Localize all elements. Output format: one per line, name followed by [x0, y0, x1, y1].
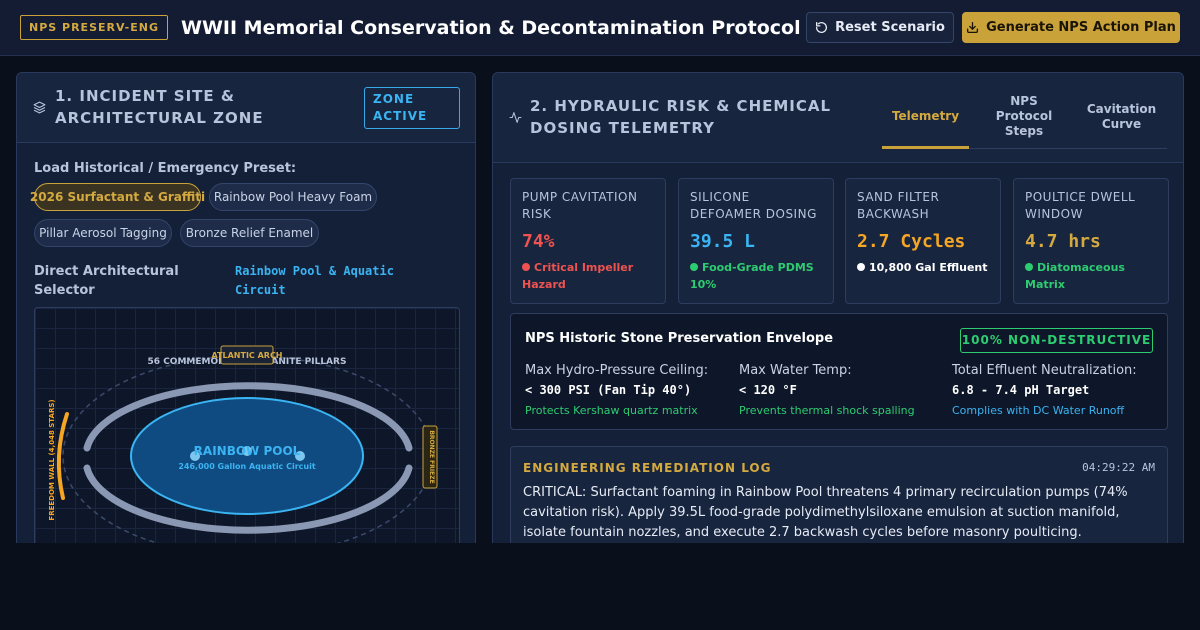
tab-nps-protocol-steps[interactable]: NPS Protocol Steps — [989, 94, 1059, 139]
activity-icon — [509, 112, 522, 123]
selected-zone-value[interactable]: Rainbow Pool & Aquatic Circuit — [235, 262, 435, 300]
site-map-svg: RAINBOW POOL 246,000 Gallon Aquatic Circ… — [48, 345, 438, 546]
envelope-col-pressure: Max Hydro-Pressure Ceiling: < 300 PSI (F… — [525, 362, 708, 418]
preservation-envelope: NPS Historic Stone Preservation Envelope… — [510, 313, 1168, 430]
envelope-label: Max Water Temp: — [739, 363, 852, 378]
freedom-wall-label: FREEDOM WALL (4,048 STARS) — [48, 399, 56, 520]
metric-note: Diatomaceous Matrix — [1025, 259, 1157, 293]
preset-label: Load Historical / Emergency Preset: — [34, 161, 297, 176]
incident-site-panel-header: 1. INCIDENT SITE & ARCHITECTURAL ZONE ZO… — [17, 73, 475, 143]
reset-icon — [816, 21, 828, 33]
metric-note-text: 10,800 Gal Effluent — [869, 261, 988, 274]
metric-label: PUMP CAVITATION RISK — [522, 190, 638, 221]
metric-value: 2.7 Cycles — [857, 231, 966, 252]
page-title: WWII Memorial Conservation & Decontamina… — [181, 17, 801, 39]
envelope-note: Complies with DC Water Runoff — [952, 404, 1125, 417]
metric-card-defoamer-dosing: SILICONE DEFOAMER DOSING 39.5 L Food-Gra… — [678, 178, 834, 304]
telemetry-panel: 2. HYDRAULIC RISK & CHEMICAL DOSING TELE… — [492, 72, 1184, 552]
metric-note: Food-Grade PDMS 10% — [690, 259, 822, 293]
app-header: NPS PRESERV-ENG WWII Memorial Conservati… — [0, 0, 1200, 56]
status-dot — [522, 263, 530, 271]
non-destructive-badge: 100% NON-DESTRUCTIVE — [960, 328, 1153, 353]
generate-action-plan-label: Generate NPS Action Plan — [986, 20, 1176, 35]
preset-chip-surfactant-graffiti[interactable]: 2026 Surfactant & Graffiti — [30, 183, 205, 211]
active-tab-underline — [882, 146, 969, 149]
preset-chip-rainbow-pool-foam[interactable]: Rainbow Pool Heavy Foam — [209, 183, 377, 211]
zone-status-badge: ZONE ACTIVE — [364, 87, 460, 129]
layers-icon — [33, 101, 46, 114]
metric-note: Critical Impeller Hazard — [522, 259, 654, 293]
org-badge: NPS PRESERV-ENG — [20, 15, 169, 40]
metric-card-poultice-dwell: POULTICE DWELL WINDOW 4.7 hrs Diatomaceo… — [1013, 178, 1169, 304]
metric-value: 39.5 L — [690, 231, 756, 252]
viewport-bottom-fill — [0, 543, 1200, 630]
metric-note-text: Diatomaceous Matrix — [1025, 261, 1125, 291]
pool-label: RAINBOW POOL — [194, 444, 301, 458]
freedom-wall[interactable] — [56, 412, 69, 500]
log-timestamp: 04:29:22 AM — [1082, 461, 1155, 474]
reset-scenario-button[interactable]: Reset Scenario — [806, 12, 954, 43]
telemetry-panel-title: 2. HYDRAULIC RISK & CHEMICAL DOSING TELE… — [530, 97, 832, 137]
metric-card-pump-cavitation: PUMP CAVITATION RISK 74% Critical Impell… — [510, 178, 666, 304]
status-dot — [1025, 263, 1033, 271]
reset-scenario-label: Reset Scenario — [835, 20, 945, 35]
status-dot — [857, 263, 865, 271]
tab-telemetry[interactable]: Telemetry — [882, 109, 969, 124]
log-entry-text: CRITICAL: Surfactant foaming in Rainbow … — [523, 485, 1128, 540]
metric-value: 4.7 hrs — [1025, 231, 1101, 252]
tab-cavitation-curve[interactable]: Cavitation Curve — [1084, 102, 1159, 132]
pool-sublabel: 246,000 Gallon Aquatic Circuit — [178, 462, 315, 471]
envelope-col-temperature: Max Water Temp: < 120 °F Prevents therma… — [739, 362, 915, 418]
envelope-value: < 120 °F — [739, 383, 797, 397]
metric-card-sand-filter-backwash: SAND FILTER BACKWASH 2.7 Cycles 10,800 G… — [845, 178, 1001, 304]
envelope-label: Max Hydro-Pressure Ceiling: — [525, 363, 709, 378]
envelope-note: Protects Kershaw quartz matrix — [525, 404, 698, 417]
envelope-col-neutralization: Total Effluent Neutralization: 6.8 - 7.4… — [952, 362, 1137, 418]
metric-note: 10,800 Gal Effluent — [857, 259, 989, 276]
metric-value: 74% — [522, 231, 555, 252]
remediation-log: ENGINEERING REMEDIATION LOG 04:29:22 AM … — [510, 446, 1168, 551]
metric-note-text: Critical Impeller Hazard — [522, 261, 634, 291]
incident-site-panel-title: 1. INCIDENT SITE & ARCHITECTURAL ZONE — [55, 87, 264, 127]
bronze-frieze-label: BRONZE FRIEZE — [428, 430, 435, 483]
metric-label: SILICONE DEFOAMER DOSING — [690, 190, 817, 221]
log-title: ENGINEERING REMEDIATION LOG — [523, 461, 772, 475]
memorial-site-map: RAINBOW POOL 246,000 Gallon Aquatic Circ… — [34, 307, 460, 547]
preset-chip-pillar-aerosol[interactable]: Pillar Aerosol Tagging — [34, 219, 172, 247]
download-icon — [967, 21, 979, 34]
status-dot — [690, 263, 698, 271]
telemetry-panel-header: 2. HYDRAULIC RISK & CHEMICAL DOSING TELE… — [493, 73, 1183, 163]
atlantic-arch-label: ATLANTIC ARCH — [211, 351, 282, 360]
selector-label: Direct Architectural Selector — [34, 264, 179, 298]
metric-label: POULTICE DWELL WINDOW — [1025, 190, 1136, 221]
preset-chip-bronze-relief[interactable]: Bronze Relief Enamel — [180, 219, 319, 247]
envelope-label: Total Effluent Neutralization: — [952, 363, 1137, 378]
envelope-value: 6.8 - 7.4 pH Target — [952, 383, 1090, 397]
metric-label: SAND FILTER BACKWASH — [857, 190, 940, 221]
metric-note-text: Food-Grade PDMS 10% — [690, 261, 814, 291]
generate-action-plan-button[interactable]: Generate NPS Action Plan — [962, 12, 1180, 43]
envelope-note: Prevents thermal shock spalling — [739, 404, 915, 417]
envelope-value: < 300 PSI (Fan Tip 40°) — [525, 383, 692, 397]
incident-site-panel: 1. INCIDENT SITE & ARCHITECTURAL ZONE ZO… — [16, 72, 476, 552]
envelope-title: NPS Historic Stone Preservation Envelope — [525, 331, 834, 346]
